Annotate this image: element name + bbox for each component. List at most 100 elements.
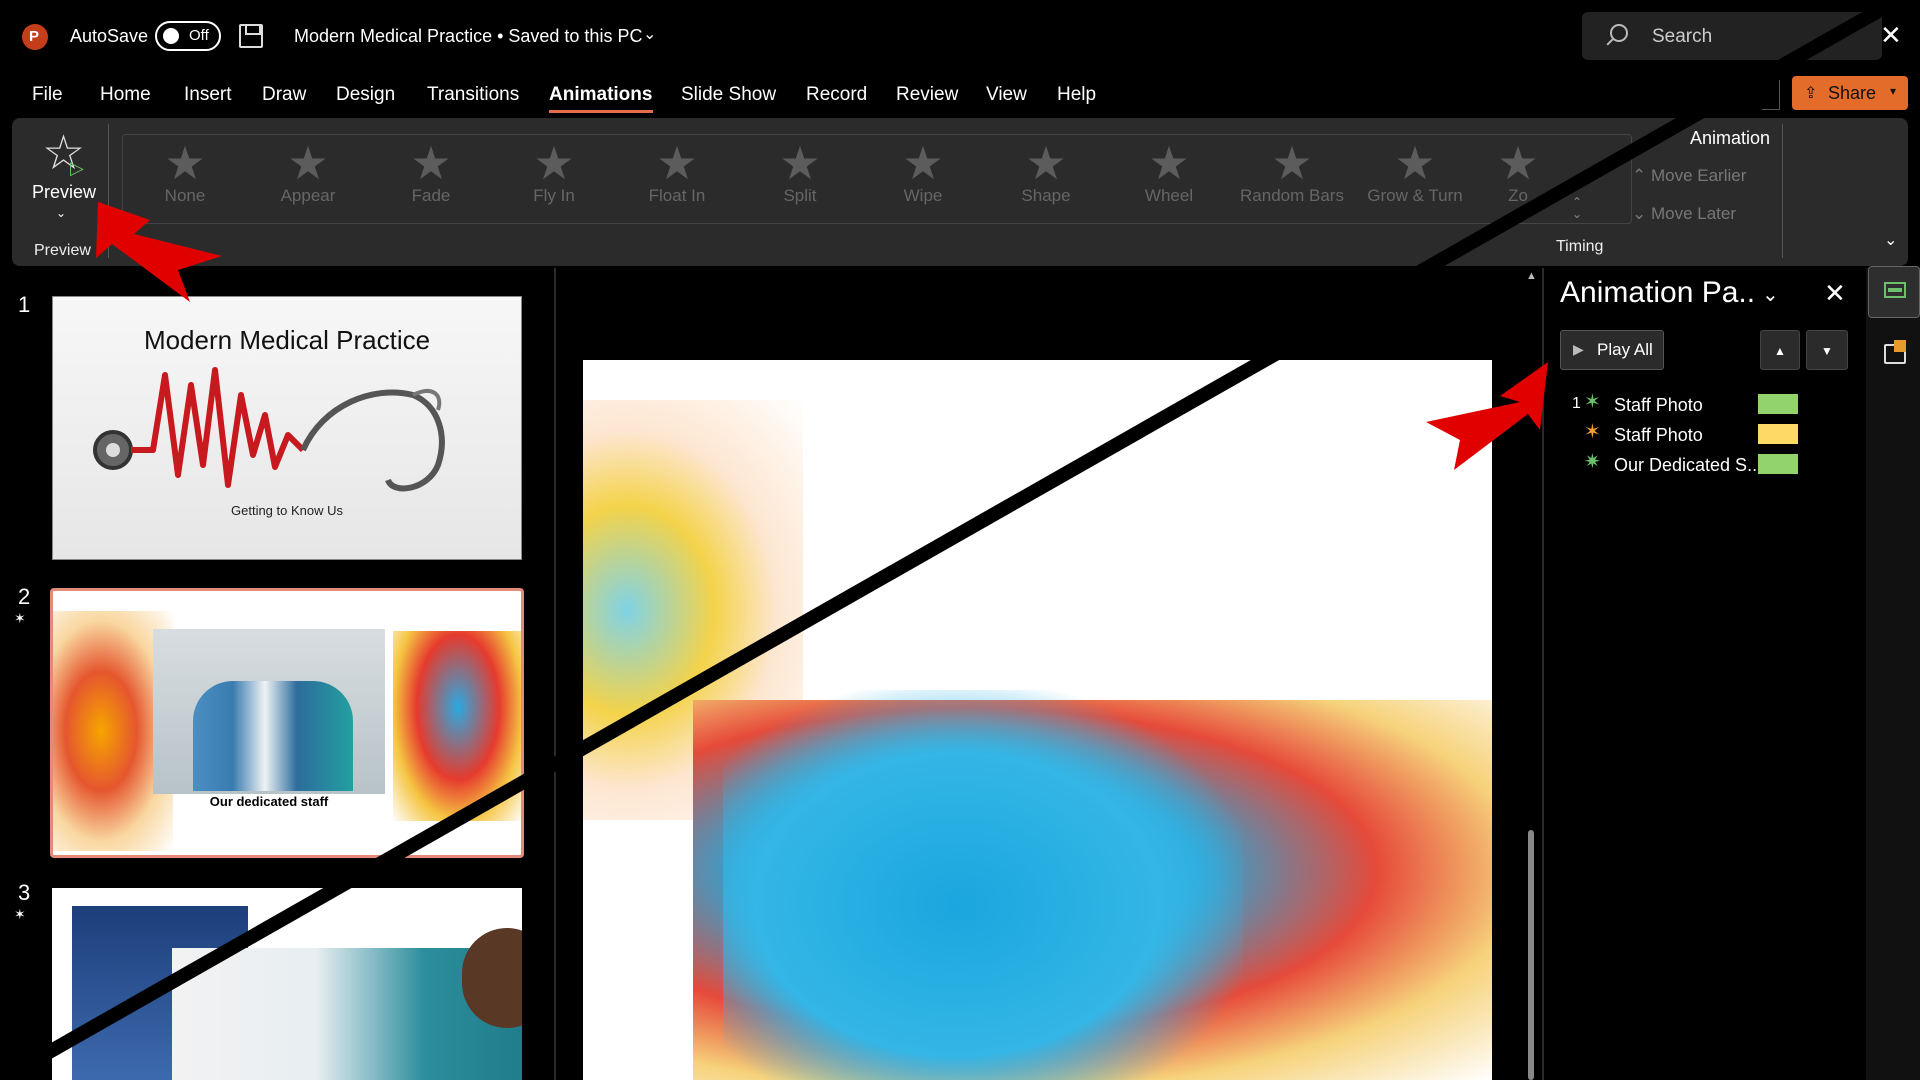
collapse-ribbon-icon[interactable]: ⌄: [1884, 230, 1897, 250]
animation-label: Wheel: [1144, 186, 1194, 205]
menu-bar: File Home Insert Draw Design Transitions…: [0, 78, 1920, 114]
animation-label: Float In: [648, 186, 706, 205]
tab-slide-show[interactable]: Slide Show: [681, 84, 776, 106]
timing-bar: [1758, 394, 1798, 414]
tab-file[interactable]: File: [32, 84, 63, 106]
animation-label: Random Bars: [1240, 186, 1344, 205]
move-later-label: Move Later: [1650, 204, 1737, 223]
emphasis-icon: ✶: [1584, 421, 1601, 443]
preview-group-label: Preview: [34, 242, 91, 259]
toggle-knob: [163, 28, 179, 44]
search-placeholder: Search: [1652, 26, 1713, 47]
close-icon[interactable]: ✕: [1824, 278, 1846, 309]
animation-grow-turn[interactable]: ★ Grow & Turn: [1355, 140, 1475, 220]
staff-people-image: [193, 681, 353, 791]
document-title[interactable]: Modern Medical Practice • Saved to this …: [294, 26, 642, 47]
tab-view[interactable]: View: [986, 84, 1027, 106]
chevron-down-icon[interactable]: ⌄: [1762, 282, 1779, 307]
staff-photo: [153, 629, 385, 794]
ink-splash-image: [393, 631, 521, 821]
animation-indicator-icon: ✶: [14, 906, 26, 922]
chevron-down-icon[interactable]: ▾: [1890, 84, 1896, 98]
star-icon: ★: [656, 137, 698, 189]
scroll-thumb[interactable]: [1528, 830, 1534, 1080]
tab-help[interactable]: Help: [1057, 84, 1096, 106]
slide-thumbnail-2[interactable]: Our dedicated staff: [50, 588, 524, 858]
autosave-toggle[interactable]: Off: [155, 21, 221, 51]
animation-fly-in[interactable]: ★ Fly In: [494, 140, 614, 220]
star-icon: ★: [533, 137, 575, 189]
animation-list-item[interactable]: ✷ Our Dedicated S...: [1572, 452, 1812, 478]
tab-design[interactable]: Design: [336, 84, 395, 106]
close-icon[interactable]: ✕: [1880, 20, 1902, 51]
animation-fade[interactable]: ★ Fade: [371, 140, 491, 220]
tab-draw[interactable]: Draw: [262, 84, 306, 106]
move-up-button[interactable]: ▲: [1760, 330, 1800, 370]
preview-label: Preview: [32, 182, 97, 202]
slide-thumbnail-3[interactable]: [52, 888, 522, 1080]
save-icon[interactable]: [239, 24, 263, 48]
move-later-button[interactable]: ⌄ Move Later: [1632, 204, 1736, 224]
star-icon: ★: [1497, 137, 1539, 189]
comments-button[interactable]: [1762, 80, 1780, 110]
animation-label: Wipe: [903, 186, 943, 205]
animation-none[interactable]: ★ None: [125, 140, 245, 220]
animation-label: Fly In: [533, 186, 575, 205]
star-icon: ★: [1394, 137, 1436, 189]
slide-title: Modern Medical Practice: [143, 325, 431, 355]
play-all-button[interactable]: ▶ Play All: [1560, 330, 1664, 370]
animation-label: Fade: [411, 186, 451, 205]
timing-bar: [1758, 454, 1798, 474]
animation-wipe[interactable]: ★ Wipe: [863, 140, 983, 220]
play-all-label: Play All: [1597, 340, 1653, 359]
animation-list-item[interactable]: ✶ Staff Photo: [1572, 422, 1812, 448]
move-down-button[interactable]: ▼: [1806, 330, 1848, 370]
chevron-down-icon[interactable]: ⌄: [56, 206, 66, 220]
animation-pane-title: Animation Pa..: [1560, 276, 1756, 309]
animation-pane-button[interactable]: Animation: [1690, 128, 1770, 149]
scroll-up-icon[interactable]: ▲: [1526, 270, 1537, 282]
animation-name: Staff Photo: [1614, 425, 1703, 445]
star-icon: ★: [1148, 137, 1190, 189]
designer-icon[interactable]: [1884, 340, 1906, 364]
divider: [108, 124, 109, 258]
title-bar: P AutoSave Off Modern Medical Practice •…: [0, 0, 1920, 70]
play-icon: ▷: [70, 158, 84, 178]
star-icon: ★: [164, 137, 206, 189]
move-earlier-label: Move Earlier: [1650, 166, 1747, 185]
animation-zoom[interactable]: ★ Zo: [1478, 140, 1558, 220]
animation-wheel[interactable]: ★ Wheel: [1109, 140, 1229, 220]
animation-split[interactable]: ★ Split: [740, 140, 860, 220]
current-slide[interactable]: [583, 360, 1492, 1080]
tab-home[interactable]: Home: [100, 84, 151, 106]
animation-float-in[interactable]: ★ Float In: [617, 140, 737, 220]
tab-review[interactable]: Review: [896, 84, 958, 106]
ink-splash-image: [723, 690, 1243, 1080]
share-button[interactable]: ⇪ Share ▾: [1792, 76, 1908, 110]
gallery-scroll[interactable]: ⌃ ⌄: [1572, 196, 1582, 220]
animation-pane: [1544, 268, 1866, 1080]
tab-record[interactable]: Record: [806, 84, 867, 106]
move-earlier-button[interactable]: ⌃ Move Earlier: [1632, 166, 1746, 186]
vertical-scrollbar[interactable]: ▲: [1524, 270, 1538, 1080]
search-icon: [1610, 24, 1628, 42]
fly-in-icon: ✶: [1584, 391, 1601, 413]
animation-shape[interactable]: ★ Shape: [986, 140, 1106, 220]
slide-thumbnail-1[interactable]: Modern Medical Practice Getting to Know …: [52, 296, 522, 560]
tab-transitions[interactable]: Transitions: [427, 84, 519, 106]
animation-list-item[interactable]: 1 ✶ Staff Photo: [1572, 392, 1812, 418]
chevron-down-icon[interactable]: ⌄: [643, 24, 656, 44]
star-icon: ★: [1271, 137, 1313, 189]
animation-label: Grow & Turn: [1367, 186, 1463, 205]
tab-insert[interactable]: Insert: [184, 84, 232, 106]
tab-animations[interactable]: Animations: [549, 84, 652, 106]
star-icon: ★: [1025, 137, 1067, 189]
animation-appear[interactable]: ★ Appear: [248, 140, 368, 220]
animation-label: Split: [783, 186, 817, 205]
slide-number: 2: [18, 584, 31, 609]
animation-random-bars[interactable]: ★ Random Bars: [1232, 140, 1352, 220]
search-input[interactable]: Search: [1582, 12, 1882, 60]
active-tab-underline: [549, 110, 653, 113]
animation-label: Shape: [1021, 186, 1071, 205]
preview-button[interactable]: ☆ ▷ Preview ⌄: [18, 128, 108, 228]
